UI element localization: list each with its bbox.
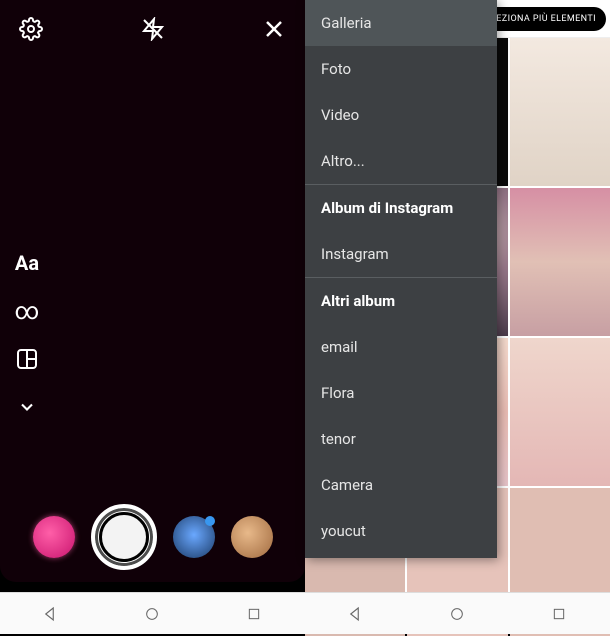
gallery-thumb[interactable] bbox=[510, 188, 610, 336]
camera-viewfinder: Aa ∞ bbox=[0, 0, 305, 582]
gallery-picker-pane: SELEZIONA PIÙ ELEMENTI Galleria Foto Vid… bbox=[305, 0, 610, 634]
nav-recent-icon[interactable] bbox=[548, 603, 570, 625]
album-option-camera[interactable]: Camera bbox=[305, 462, 497, 508]
album-option-altro[interactable]: Altro... bbox=[305, 138, 497, 184]
album-option-youcut[interactable]: youcut bbox=[305, 508, 497, 554]
shutter-button[interactable] bbox=[91, 504, 157, 570]
nav-home-icon[interactable] bbox=[446, 603, 468, 625]
camera-top-bar bbox=[0, 0, 305, 50]
story-side-tools: Aa ∞ bbox=[14, 250, 40, 420]
album-option-email[interactable]: email bbox=[305, 324, 497, 370]
shutter-row bbox=[0, 504, 305, 570]
nav-home-icon[interactable] bbox=[141, 603, 163, 625]
gallery-thumb[interactable] bbox=[510, 38, 610, 186]
flash-off-icon[interactable] bbox=[140, 16, 166, 42]
album-option-flora[interactable]: Flora bbox=[305, 370, 497, 416]
gallery-thumb[interactable] bbox=[510, 338, 610, 486]
album-option-galleria[interactable]: Galleria bbox=[305, 0, 497, 46]
nav-back-icon[interactable] bbox=[345, 603, 367, 625]
album-option-video[interactable]: Video bbox=[305, 92, 497, 138]
android-nav-bar bbox=[0, 592, 610, 634]
layout-tool-icon[interactable] bbox=[14, 346, 40, 372]
settings-icon[interactable] bbox=[18, 16, 44, 42]
nav-back-icon[interactable] bbox=[40, 603, 62, 625]
album-dropdown: Galleria Foto Video Altro... Album di In… bbox=[305, 0, 497, 558]
close-icon[interactable] bbox=[261, 16, 287, 42]
chevron-down-icon[interactable] bbox=[14, 394, 40, 420]
album-option-instagram[interactable]: Instagram bbox=[305, 231, 497, 277]
boomerang-tool-icon[interactable]: ∞ bbox=[14, 298, 40, 324]
text-tool-icon[interactable]: Aa bbox=[14, 250, 40, 276]
camera-story-pane: Aa ∞ Storia bbox=[0, 0, 305, 634]
album-option-tenor[interactable]: tenor bbox=[305, 416, 497, 462]
album-section-altri: Altri album bbox=[305, 278, 497, 324]
album-option-foto[interactable]: Foto bbox=[305, 46, 497, 92]
effect-filter-3[interactable] bbox=[231, 516, 273, 558]
effect-filter-2[interactable] bbox=[173, 516, 215, 558]
album-section-instagram: Album di Instagram bbox=[305, 185, 497, 231]
effect-filter-1[interactable] bbox=[33, 516, 75, 558]
nav-recent-icon[interactable] bbox=[243, 603, 265, 625]
